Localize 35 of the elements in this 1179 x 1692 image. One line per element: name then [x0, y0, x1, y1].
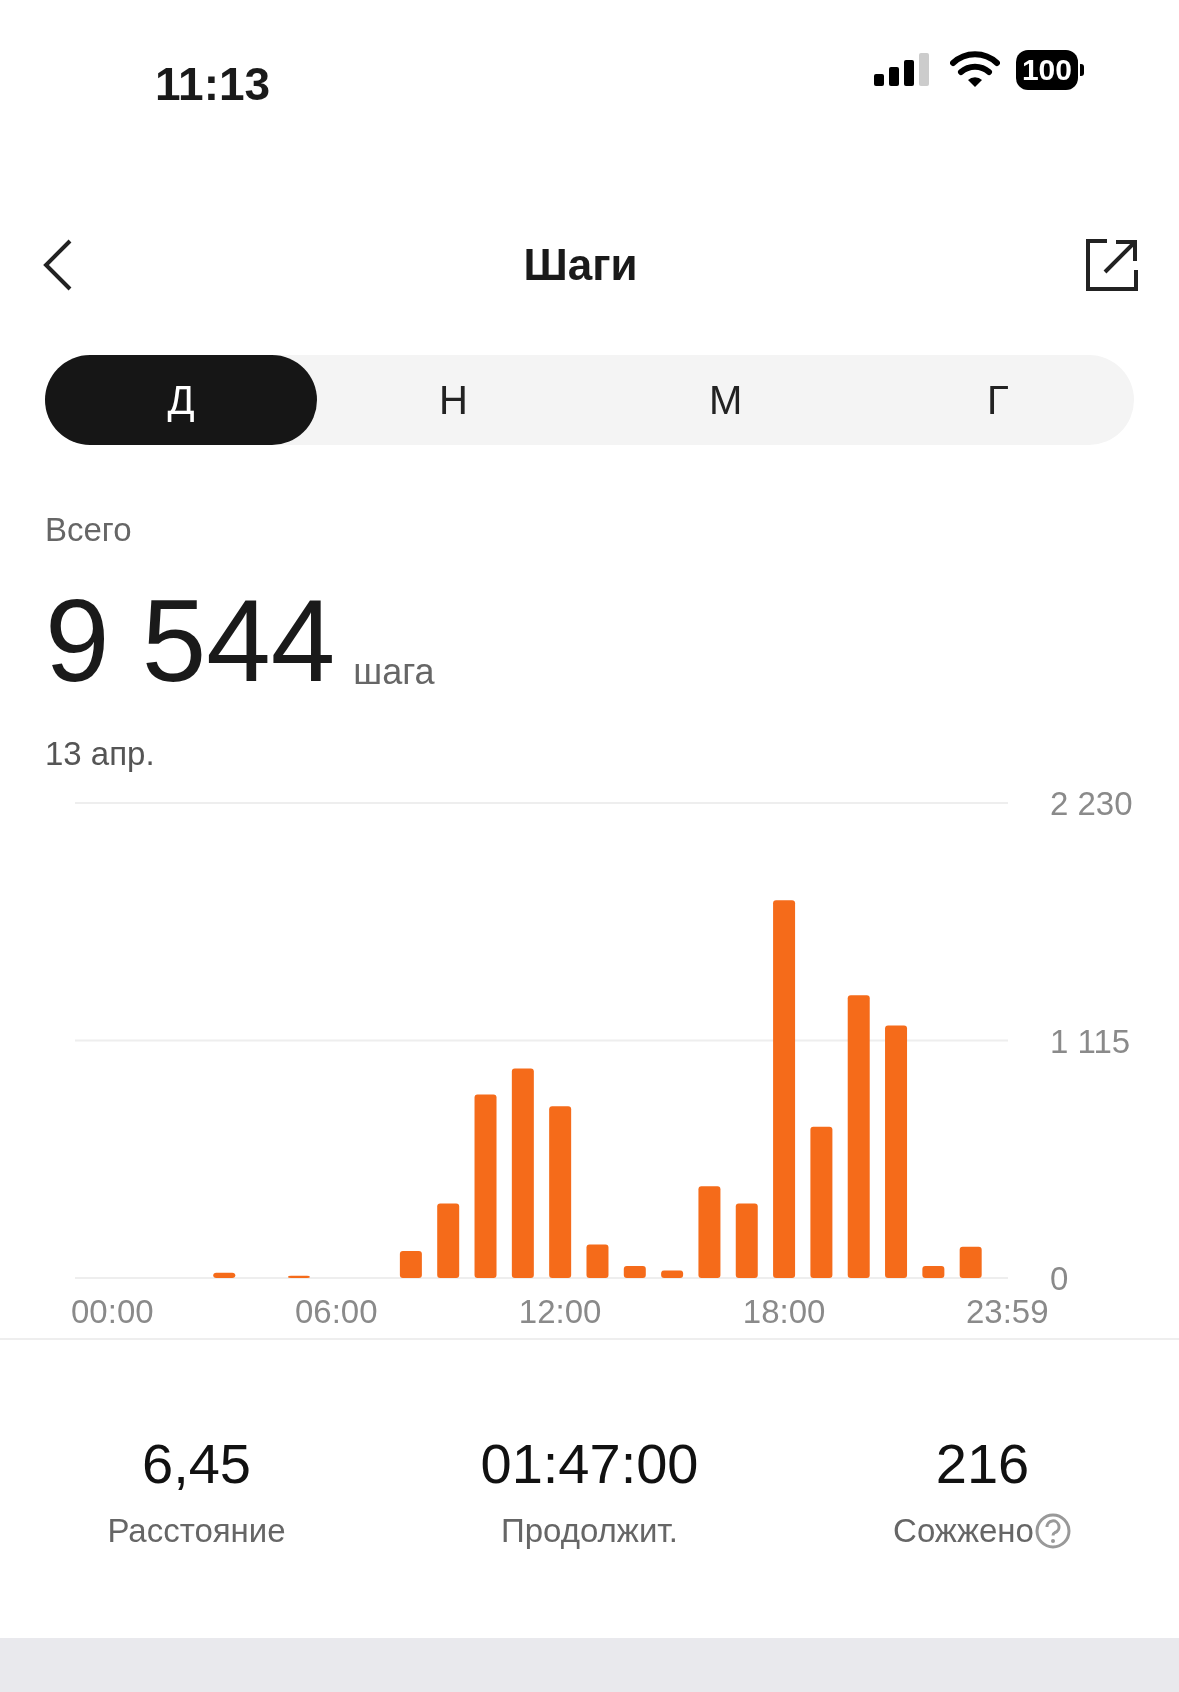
step-bar	[922, 1266, 945, 1278]
date-label: 13 апр.	[45, 733, 156, 774]
period-tab[interactable]: М	[589, 355, 862, 445]
x-axis-label: 23:59	[965, 1293, 1049, 1330]
share-icon[interactable]	[1085, 238, 1139, 292]
period-tab[interactable]: Н	[317, 355, 590, 445]
step-bar	[661, 1270, 684, 1278]
y-axis-label: 0	[1050, 1260, 1069, 1297]
stat-value: 01:47:00	[480, 1431, 699, 1498]
x-axis-label: 18:00	[742, 1293, 826, 1330]
wifi-icon	[949, 51, 1000, 89]
total-steps: 9 544	[45, 582, 336, 699]
stat-label: Расстояние	[107, 1511, 286, 1552]
x-axis-label: 00:00	[71, 1293, 154, 1330]
y-axis-label: 2 230	[1050, 785, 1133, 822]
x-axis-label: 06:00	[294, 1293, 378, 1330]
x-axis-label: 12:00	[518, 1293, 602, 1330]
stat-value: 216	[935, 1431, 1030, 1498]
stat-value: 6,45	[142, 1431, 251, 1498]
page-title: Шаги	[523, 239, 638, 291]
help-icon[interactable]	[1033, 1512, 1072, 1550]
step-bar	[213, 1272, 236, 1278]
period-tab[interactable]: Г	[861, 355, 1134, 445]
step-bar	[623, 1266, 646, 1278]
status-time: 11:13	[155, 57, 271, 112]
y-axis-label: 1 115	[1050, 1022, 1131, 1060]
step-bar	[586, 1244, 609, 1278]
stat-label: Продолжит.	[501, 1511, 678, 1552]
total-label: Всего	[45, 510, 133, 550]
period-tab[interactable]: Д	[45, 355, 318, 445]
steps-unit: шага	[353, 649, 435, 694]
step-bar	[959, 1246, 982, 1278]
step-bar	[399, 1250, 422, 1278]
stat-label: Сожжено	[893, 1511, 1034, 1552]
step-bar	[287, 1275, 310, 1278]
